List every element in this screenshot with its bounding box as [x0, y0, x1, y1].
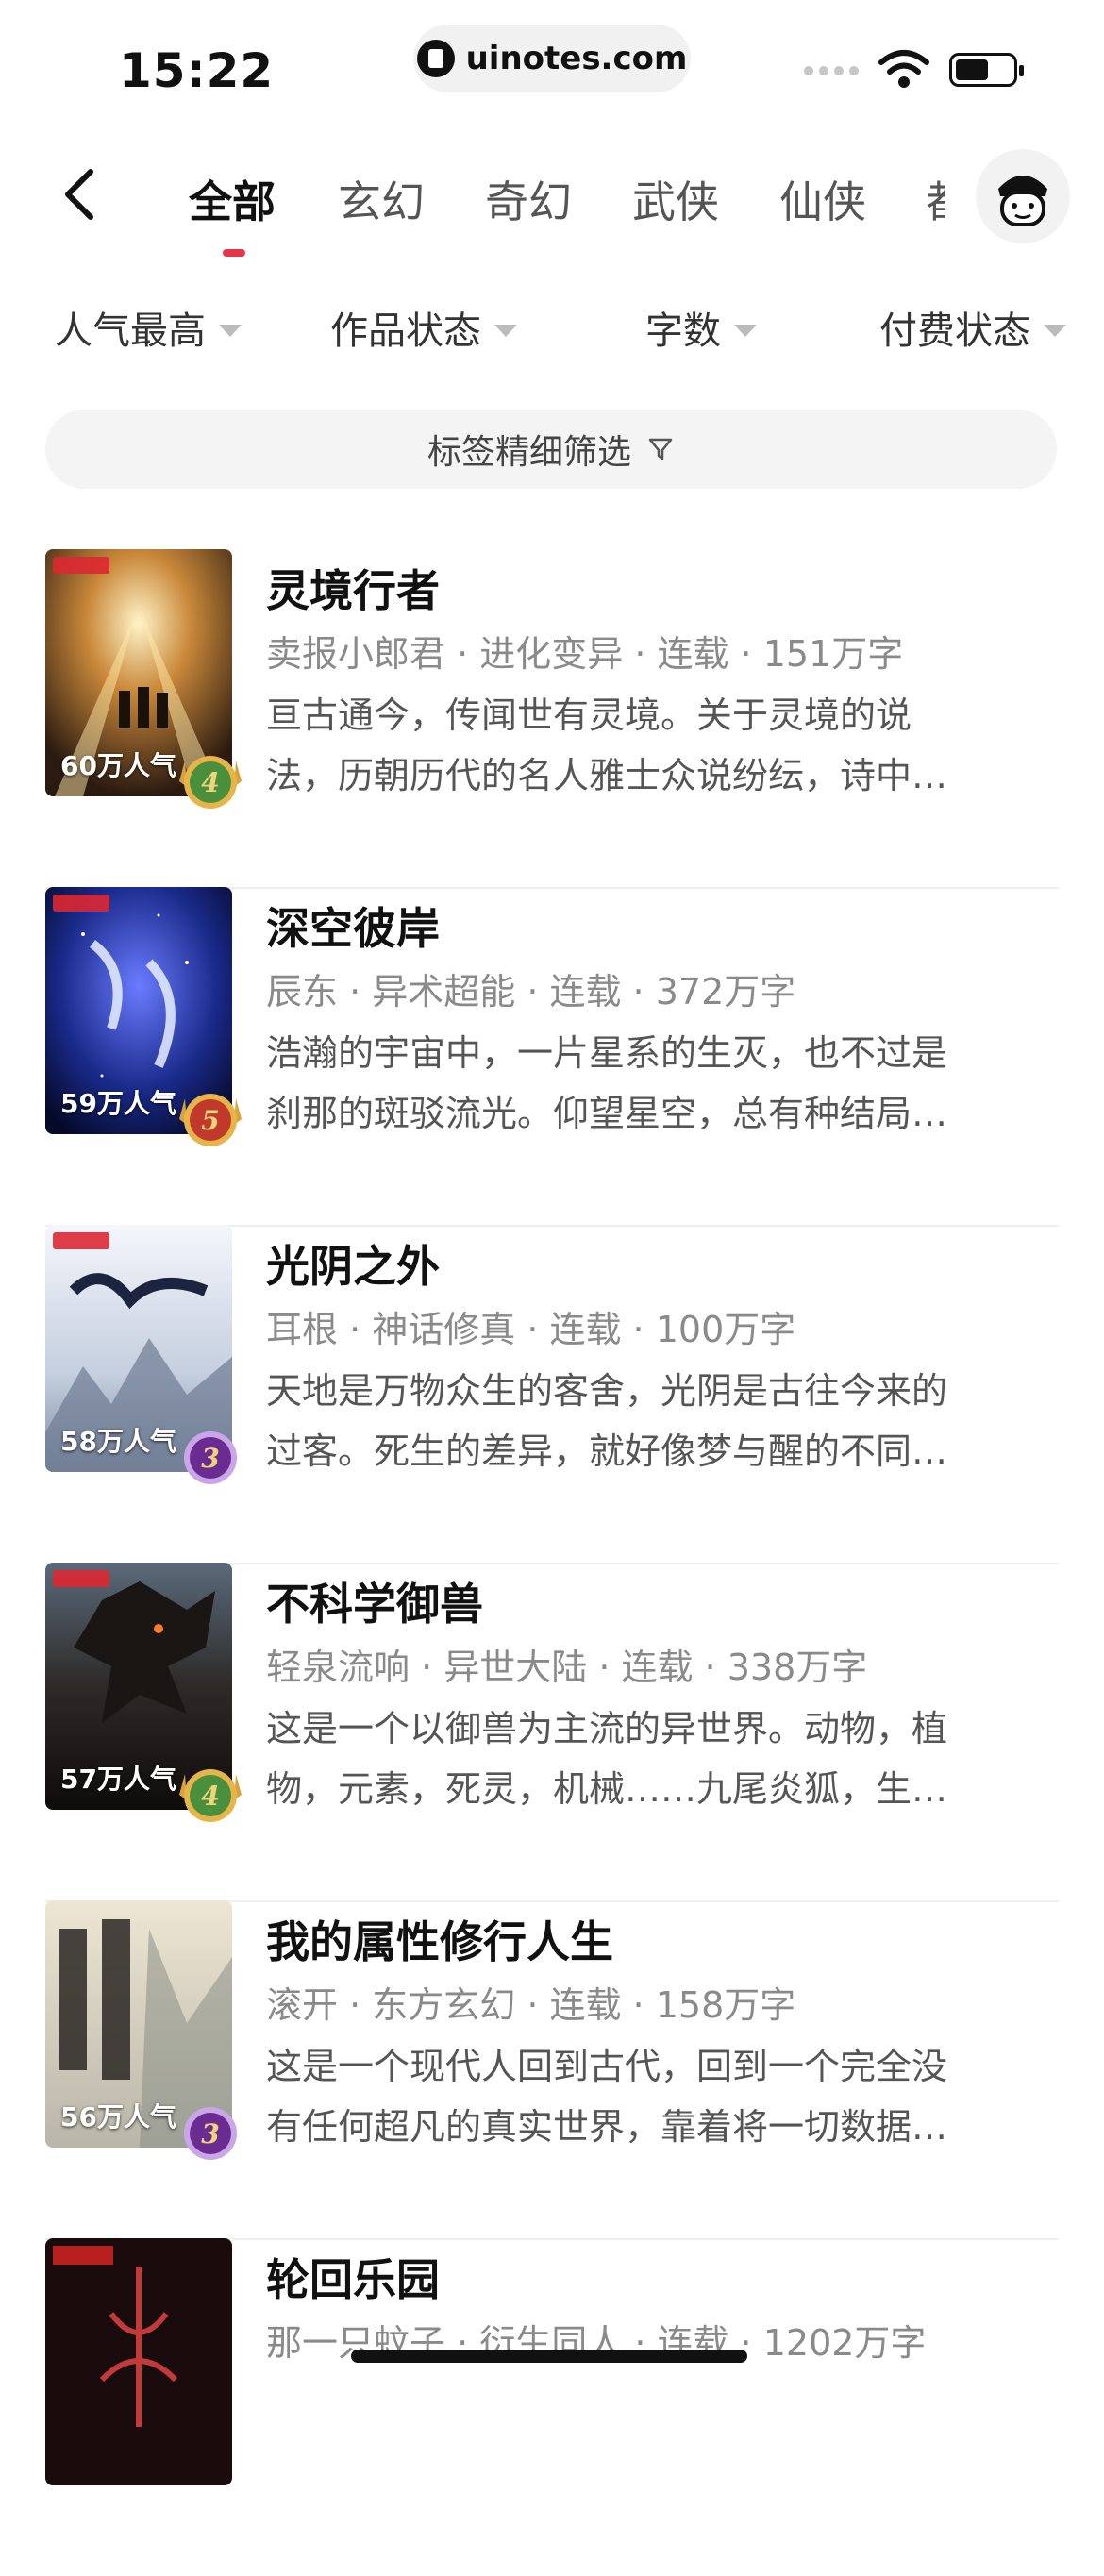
svg-text:3: 3 — [201, 1443, 219, 1474]
url-text: uinotes.com — [465, 40, 688, 77]
publisher-logo — [53, 1570, 109, 1587]
list-item[interactable]: 60万人气 4 灵境行者 卖报小郎君 · 进化变异 · 连载 · 151万字 亘… — [45, 549, 1059, 889]
payment-status-dropdown[interactable]: 付费状态 — [879, 300, 1066, 355]
filter-label: 字数 — [645, 309, 721, 353]
list-item[interactable]: 57万人气 4 不科学御兽 轻泉流响 · 异世大陆 · 连载 · 338万字 这… — [45, 1563, 1059, 1902]
book-title: 深空彼岸 — [266, 903, 440, 954]
book-description: 天地是万物众生的客舍，光阴是古往今来的 过客。死生的差异，就好像梦与醒的不同… — [266, 1370, 948, 1472]
book-title: 轮回乐园 — [266, 2254, 440, 2305]
rank-badge: 4 — [179, 756, 242, 809]
caret-down-icon — [219, 324, 242, 337]
home-indicator[interactable] — [351, 2350, 747, 2363]
book-meta: 卖报小郎君 · 进化变异 · 连载 · 151万字 — [266, 633, 904, 675]
book-cover — [45, 2238, 232, 2485]
word-count-dropdown[interactable]: 字数 — [645, 300, 757, 355]
publisher-logo — [53, 557, 109, 574]
svg-text:5: 5 — [201, 1105, 219, 1136]
tab-xianxia[interactable]: 仙侠 — [779, 168, 866, 230]
cellular-signal-icon — [804, 66, 859, 75]
battery-icon — [949, 53, 1024, 87]
filter-label: 人气最高 — [55, 309, 206, 353]
tab-qihuan[interactable]: 奇幻 — [485, 168, 572, 230]
publisher-logo — [53, 895, 109, 912]
list-item[interactable]: 59万人气 5 深空彼岸 辰东 · 异术超能 · 连载 · 372万字 浩瀚的宇… — [45, 887, 1059, 1227]
popularity-label: 60万人气 — [60, 750, 176, 781]
tab-all[interactable]: 全部 — [189, 168, 276, 230]
list-item[interactable]: 轮回乐园 那一只蚊子 · 衍生同人 · 连载 · 1202万字 — [45, 2238, 1059, 2576]
book-title: 我的属性修行人生 — [266, 1916, 613, 1967]
avatar-icon — [998, 176, 1047, 226]
rank-badge: 3 — [184, 1431, 237, 1484]
book-meta: 轻泉流响 · 异世大陆 · 连载 · 338万字 — [266, 1647, 868, 1688]
sort-popularity-dropdown[interactable]: 人气最高 — [55, 300, 242, 355]
status-dropdown[interactable]: 作品状态 — [330, 300, 517, 355]
tag-filter-label: 标签精细筛选 — [427, 433, 631, 472]
book-meta: 滚开 · 东方玄幻 · 连载 · 158万字 — [266, 1984, 796, 2026]
popularity-label: 56万人气 — [60, 2101, 176, 2133]
caret-down-icon — [734, 324, 757, 337]
filter-label: 付费状态 — [879, 309, 1030, 353]
book-meta: 辰东 · 异术超能 · 连载 · 372万字 — [266, 971, 796, 1012]
active-tab-indicator — [223, 249, 245, 257]
book-description: 这是一个以御兽为主流的异世界。动物，植 物，元素，死灵，机械……九尾炎狐，生… — [266, 1708, 948, 1810]
caret-down-icon — [1044, 324, 1066, 337]
popularity-label: 58万人气 — [60, 1426, 176, 1457]
wifi-icon — [878, 50, 929, 88]
tag-filter-button[interactable]: 标签精细筛选 — [45, 410, 1057, 489]
book-title: 光阴之外 — [266, 1241, 440, 1292]
svg-text:4: 4 — [201, 767, 219, 798]
caret-down-icon — [494, 324, 517, 337]
filter-label: 作品状态 — [330, 309, 481, 353]
book-description: 亘古通今，传闻世有灵境。关于灵境的说 法，历朝历代的名人雅士众说纷纭，诗中… — [266, 694, 948, 796]
book-title: 灵境行者 — [266, 565, 440, 616]
rank-badge: 4 — [179, 1769, 242, 1822]
list-item[interactable]: 58万人气 3 光阴之外 耳根 · 神话修真 · 连载 · 100万字 天地是万… — [45, 1225, 1059, 1564]
back-chevron-icon[interactable] — [57, 166, 106, 223]
popularity-label: 57万人气 — [60, 1764, 176, 1795]
book-description: 浩瀚的宇宙中，一片星系的生灭，也不过是 刹那的斑驳流光。仰望星空，总有种结局… — [266, 1032, 948, 1134]
profile-avatar[interactable] — [976, 149, 1070, 243]
rank-badge: 3 — [184, 2107, 237, 2160]
status-time: 15:22 — [119, 43, 275, 98]
tab-xuanhuan[interactable]: 玄幻 — [338, 168, 425, 230]
publisher-logo — [53, 1232, 109, 1249]
list-item[interactable]: 56万人气 3 我的属性修行人生 滚开 · 东方玄幻 · 连载 · 158万字 … — [45, 1900, 1059, 2240]
svg-text:3: 3 — [201, 2118, 219, 2149]
tab-wuxia[interactable]: 武侠 — [632, 168, 719, 230]
book-title: 不科学御兽 — [266, 1579, 483, 1630]
popularity-label: 59万人气 — [60, 1088, 176, 1119]
svg-text:4: 4 — [201, 1781, 219, 1812]
book-description: 这是一个现代人回到古代，回到一个完全没 有任何超凡的真实世界，靠着将一切数据… — [266, 2046, 948, 2148]
book-meta: 耳根 · 神话修真 · 连载 · 100万字 — [266, 1309, 796, 1350]
url-pill[interactable]: uinotes.com — [413, 25, 691, 92]
cover-art — [45, 2238, 232, 2485]
site-icon — [416, 40, 455, 77]
funnel-icon — [648, 438, 673, 460]
tab-dushi[interactable]: 都 — [927, 168, 945, 230]
rank-badge: 5 — [179, 1094, 242, 1146]
